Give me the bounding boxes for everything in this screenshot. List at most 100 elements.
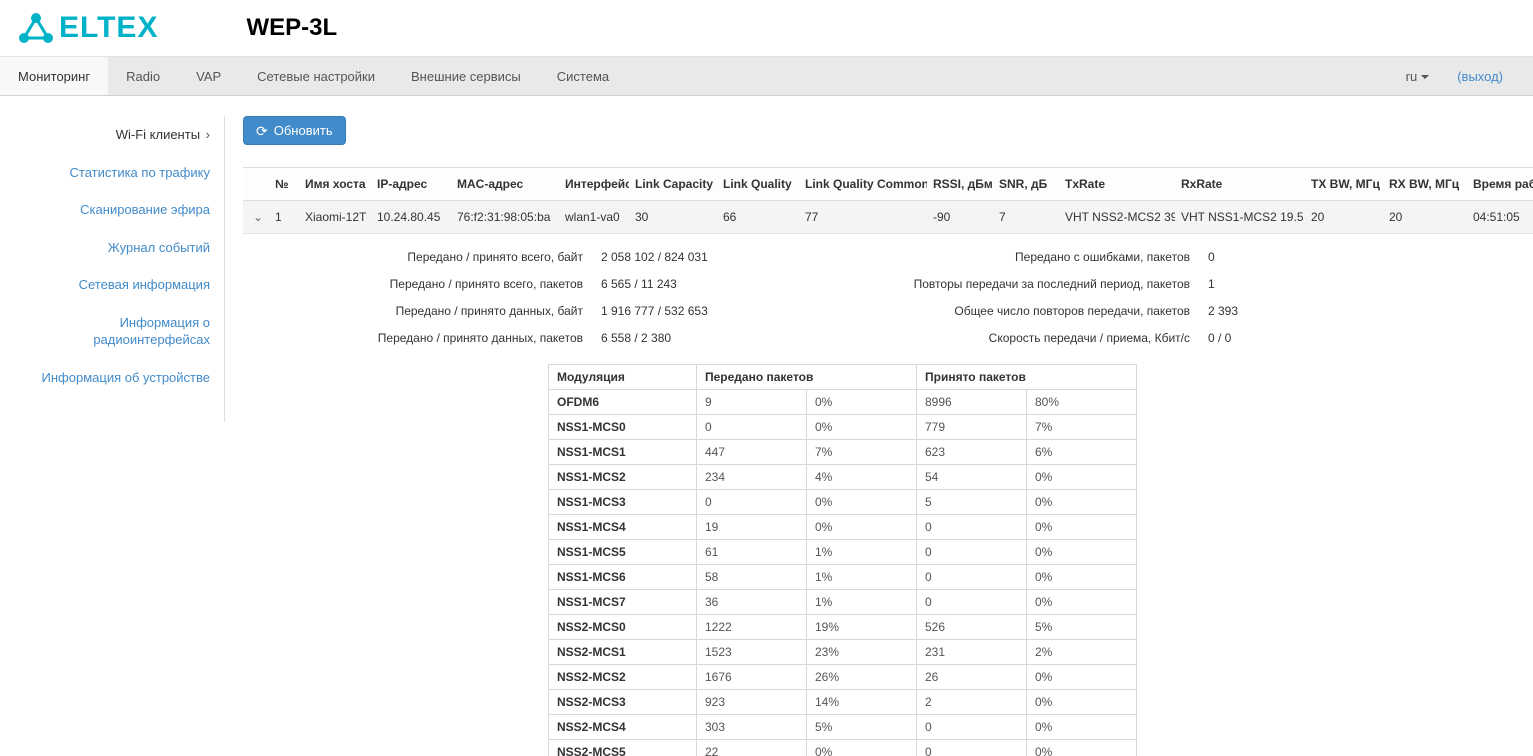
column-header: RxRate xyxy=(1175,168,1305,201)
sidebar-item-radio-interfaces-info[interactable]: Информация о радиоинтерфейсах xyxy=(10,304,210,359)
modulation-column-header: Модуляция xyxy=(549,365,697,390)
modulation-name: NSS2-MCS5 xyxy=(549,740,697,756)
column-header: IP-адрес xyxy=(371,168,451,201)
modulation-value: 923 xyxy=(697,690,807,715)
modulation-value: 0% xyxy=(1027,465,1137,490)
modulation-value: 19 xyxy=(697,515,807,540)
client-row: ⌄1Xiaomi-12T10.24.80.4576:f2:31:98:05:ba… xyxy=(243,201,1533,234)
nav-tab-network-settings[interactable]: Сетевые настройки xyxy=(239,57,393,95)
modulation-value: 2 xyxy=(917,690,1027,715)
modulation-name: NSS1-MCS6 xyxy=(549,565,697,590)
expand-cell: ⌄ xyxy=(243,201,269,234)
stat-row: Повторы передачи за последний период, па… xyxy=(753,277,1238,291)
clients-table: №Имя хостаIP-адресMAC-адресИнтерфейсLink… xyxy=(243,167,1533,234)
modulation-value: 4% xyxy=(807,465,917,490)
nav-tab-external-services[interactable]: Внешние сервисы xyxy=(393,57,539,95)
modulation-name: NSS2-MCS1 xyxy=(549,640,697,665)
sidebar-item-label: Сканирование эфира xyxy=(80,202,210,217)
nav-tab-system[interactable]: Система xyxy=(539,57,627,95)
modulation-value: 303 xyxy=(697,715,807,740)
client-cell: 20 xyxy=(1305,201,1383,234)
modulation-value: 0% xyxy=(1027,540,1137,565)
collapse-row-icon[interactable]: ⌄ xyxy=(249,210,263,224)
tx-packets-column-header: Передано пакетов xyxy=(697,365,917,390)
brand-text: ELTEX xyxy=(59,13,158,43)
modulation-row: NSS1-MCS6581%00% xyxy=(549,565,1137,590)
stat-value: 6 565 / 11 243 xyxy=(601,277,677,291)
client-cell: 10.24.80.45 xyxy=(371,201,451,234)
column-header: Имя хоста xyxy=(299,168,371,201)
clients-table-body: ⌄1Xiaomi-12T10.24.80.4576:f2:31:98:05:ba… xyxy=(243,201,1533,234)
modulation-value: 22 xyxy=(697,740,807,756)
sidebar-item-event-log[interactable]: Журнал событий xyxy=(10,229,210,267)
client-cell: 77 xyxy=(799,201,927,234)
modulation-row: NSS1-MCS5611%00% xyxy=(549,540,1137,565)
modulation-value: 58 xyxy=(697,565,807,590)
modulation-row: NSS2-MCS2167626%260% xyxy=(549,665,1137,690)
language-selector[interactable]: ru xyxy=(1406,69,1430,84)
column-header: Link Quality xyxy=(717,168,799,201)
sidebar-item-label: Информация о радиоинтерфейсах xyxy=(93,315,210,348)
stat-label: Передано / принято данных, байт xyxy=(243,304,583,318)
refresh-icon: ⟳ xyxy=(256,124,268,138)
client-cell: 76:f2:31:98:05:ba xyxy=(451,201,559,234)
sidebar-item-label: Журнал событий xyxy=(108,240,210,255)
sidebar-item-wifi-clients[interactable]: Wi-Fi клиенты › xyxy=(10,116,210,154)
modulation-name: NSS1-MCS1 xyxy=(549,440,697,465)
stat-value: 0 / 0 xyxy=(1208,331,1231,345)
modulation-value: 2% xyxy=(1027,640,1137,665)
modulation-value: 26% xyxy=(807,665,917,690)
client-cell: VHT NSS1-MCS2 19.5 xyxy=(1175,201,1305,234)
stat-label: Передано / принято всего, пакетов xyxy=(243,277,583,291)
chevron-down-icon xyxy=(1421,75,1429,79)
sidebar: Wi-Fi клиенты ›Статистика по трафику Скан… xyxy=(0,96,225,422)
client-cell: -90 xyxy=(927,201,993,234)
modulation-value: 19% xyxy=(807,615,917,640)
modulation-value: 0% xyxy=(1027,690,1137,715)
statistics-right-column: Передано с ошибками, пакетов0Повторы пер… xyxy=(753,250,1238,358)
modulation-name: NSS1-MCS3 xyxy=(549,490,697,515)
stat-value: 2 058 102 / 824 031 xyxy=(601,250,708,264)
column-header: Link Quality Common xyxy=(799,168,927,201)
modulation-row: NSS2-MCS0122219%5265% xyxy=(549,615,1137,640)
modulation-value: 0% xyxy=(807,490,917,515)
modulation-name: OFDM6 xyxy=(549,390,697,415)
modulation-value: 0 xyxy=(917,565,1027,590)
modulation-value: 0 xyxy=(917,740,1027,756)
modulation-value: 526 xyxy=(917,615,1027,640)
sidebar-item-traffic-statistics[interactable]: Статистика по трафику xyxy=(10,154,210,192)
modulation-value: 231 xyxy=(917,640,1027,665)
modulation-value: 0% xyxy=(1027,715,1137,740)
column-header: TX BW, МГц xyxy=(1305,168,1383,201)
modulation-row: NSS1-MCS14477%6236% xyxy=(549,440,1137,465)
modulation-value: 0 xyxy=(917,540,1027,565)
nav-tab-monitoring[interactable]: Мониторинг xyxy=(0,57,108,95)
sidebar-item-network-info[interactable]: Сетевая информация xyxy=(10,266,210,304)
modulation-value: 623 xyxy=(917,440,1027,465)
stat-label: Передано / принято всего, байт xyxy=(243,250,583,264)
modulation-name: NSS2-MCS3 xyxy=(549,690,697,715)
nav-tab-radio[interactable]: Radio xyxy=(108,57,178,95)
column-header: № xyxy=(269,168,299,201)
sidebar-item-air-scan[interactable]: Сканирование эфира xyxy=(10,191,210,229)
modulation-value: 779 xyxy=(917,415,1027,440)
modulation-row: OFDM690%899680% xyxy=(549,390,1137,415)
modulation-value: 36 xyxy=(697,590,807,615)
client-cell: wlan1-va0 xyxy=(559,201,629,234)
sidebar-item-device-info[interactable]: Информация об устройстве xyxy=(10,359,210,397)
modulation-value: 0% xyxy=(807,415,917,440)
column-header-expand xyxy=(243,168,269,201)
statistics-left-column: Передано / принято всего, байт 2 058 102 … xyxy=(243,250,753,358)
column-header: Время работы xyxy=(1467,168,1533,201)
modulation-name: NSS1-MCS5 xyxy=(549,540,697,565)
refresh-button[interactable]: ⟳Обновить xyxy=(243,116,346,145)
modulation-value: 54 xyxy=(917,465,1027,490)
client-cell: 66 xyxy=(717,201,799,234)
stat-label: Передано / принято данных, пакетов xyxy=(243,331,583,345)
logout-link[interactable]: (выход) xyxy=(1457,69,1503,84)
stat-value: 1 916 777 / 532 653 xyxy=(601,304,708,318)
nav-tab-vap[interactable]: VAP xyxy=(178,57,239,95)
modulation-value: 0 xyxy=(917,515,1027,540)
modulation-value: 0% xyxy=(807,515,917,540)
client-cell: 04:51:05 xyxy=(1467,201,1533,234)
